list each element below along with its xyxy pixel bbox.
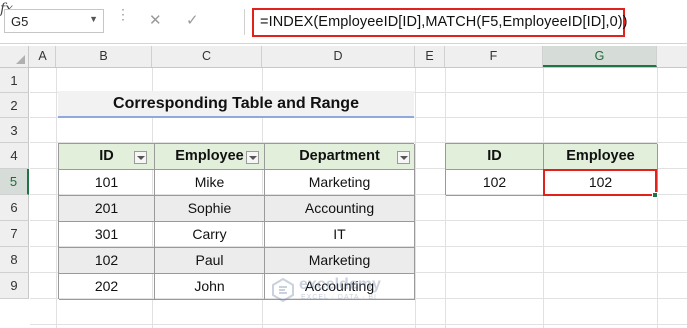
lookup-input-cell[interactable]: 102 bbox=[446, 170, 544, 196]
gridline bbox=[445, 68, 446, 328]
table-cell[interactable]: Accounting bbox=[265, 196, 415, 222]
table-header-department[interactable]: Department bbox=[265, 144, 415, 170]
gridline bbox=[415, 68, 416, 328]
table-cell[interactable]: Marketing bbox=[265, 170, 415, 196]
header-label: ID bbox=[99, 148, 114, 164]
table-cell[interactable]: 202 bbox=[59, 274, 155, 300]
formula-bar: G5 ▼ ⋮ ✕ ✓ fx =INDEX(EmployeeID[ID],MATC… bbox=[0, 0, 687, 44]
table-cell[interactable]: Marketing bbox=[265, 248, 415, 274]
watermark-tagline: EXCEL · DATA · BI bbox=[301, 294, 377, 301]
column-header-g[interactable]: G bbox=[543, 46, 657, 67]
table-cell[interactable]: IT bbox=[265, 222, 415, 248]
header-label: Department bbox=[299, 148, 380, 164]
column-header-e[interactable]: E bbox=[415, 46, 445, 67]
table-cell[interactable]: 201 bbox=[59, 196, 155, 222]
watermark-logo: exceldemy EXCEL · DATA · BI bbox=[272, 276, 407, 306]
sheet-title-cell[interactable]: Corresponding Table and Range bbox=[58, 91, 414, 118]
name-box[interactable]: G5 ▼ bbox=[4, 9, 104, 33]
header-label: Employee bbox=[175, 148, 244, 164]
chevron-down-icon[interactable]: ▼ bbox=[89, 14, 98, 24]
table-cell[interactable]: Sophie bbox=[155, 196, 265, 222]
table-cell[interactable]: Mike bbox=[155, 170, 265, 196]
gridline bbox=[56, 68, 57, 328]
name-box-value: G5 bbox=[11, 14, 29, 29]
column-header-f[interactable]: F bbox=[445, 46, 543, 67]
column-header-row: A B C D E F G bbox=[0, 46, 687, 68]
formula-text: =INDEX(EmployeeID[ID],MATCH(F5,EmployeeI… bbox=[260, 14, 628, 30]
row-header-7[interactable]: 7 bbox=[0, 221, 29, 247]
row-header-1[interactable]: 1 bbox=[0, 68, 29, 93]
table-header-id[interactable]: ID bbox=[59, 144, 155, 170]
table-cell[interactable]: Paul bbox=[155, 248, 265, 274]
row-header-4[interactable]: 4 bbox=[0, 143, 29, 169]
result-header-id[interactable]: ID bbox=[446, 144, 544, 170]
select-all-button[interactable] bbox=[0, 46, 29, 67]
row-header-9[interactable]: 9 bbox=[0, 273, 29, 299]
formula-input[interactable]: =INDEX(EmployeeID[ID],MATCH(F5,EmployeeI… bbox=[252, 8, 628, 37]
row-header-6[interactable]: 6 bbox=[0, 195, 29, 221]
column-header-d[interactable]: D bbox=[262, 46, 415, 67]
row-header-3[interactable]: 3 bbox=[0, 118, 29, 143]
row-header-5[interactable]: 5 bbox=[0, 169, 29, 195]
row-header-2[interactable]: 2 bbox=[0, 93, 29, 118]
drag-handle-icon[interactable]: ⋮ bbox=[116, 7, 130, 21]
table-cell[interactable]: 101 bbox=[59, 170, 155, 196]
formula-bar-divider bbox=[244, 9, 245, 35]
table-cell[interactable]: John bbox=[155, 274, 265, 300]
table-cell[interactable]: 102 bbox=[59, 248, 155, 274]
gridline bbox=[657, 68, 658, 328]
filter-dropdown-icon[interactable] bbox=[134, 151, 147, 164]
watermark-name: exceldemy bbox=[299, 276, 381, 293]
cancel-icon[interactable]: ✕ bbox=[149, 11, 162, 29]
column-header-c[interactable]: C bbox=[152, 46, 262, 67]
fill-handle[interactable] bbox=[652, 192, 658, 198]
gridline bbox=[30, 324, 687, 325]
column-header-a[interactable]: A bbox=[30, 46, 56, 67]
row-header-8[interactable]: 8 bbox=[0, 247, 29, 273]
select-all-icon bbox=[16, 55, 25, 64]
enter-icon[interactable]: ✓ bbox=[186, 11, 199, 29]
column-header-b[interactable]: B bbox=[56, 46, 152, 67]
filter-dropdown-icon[interactable] bbox=[246, 151, 259, 164]
filter-dropdown-icon[interactable] bbox=[397, 151, 410, 164]
gridline bbox=[543, 68, 544, 328]
table-cell[interactable]: 301 bbox=[59, 222, 155, 248]
logo-icon bbox=[272, 278, 294, 302]
sheet-title: Corresponding Table and Range bbox=[113, 95, 359, 112]
table-cell[interactable]: Carry bbox=[155, 222, 265, 248]
table-header-employee[interactable]: Employee bbox=[155, 144, 265, 170]
result-header-employee[interactable]: Employee bbox=[544, 144, 658, 170]
active-cell-highlight bbox=[543, 169, 657, 196]
